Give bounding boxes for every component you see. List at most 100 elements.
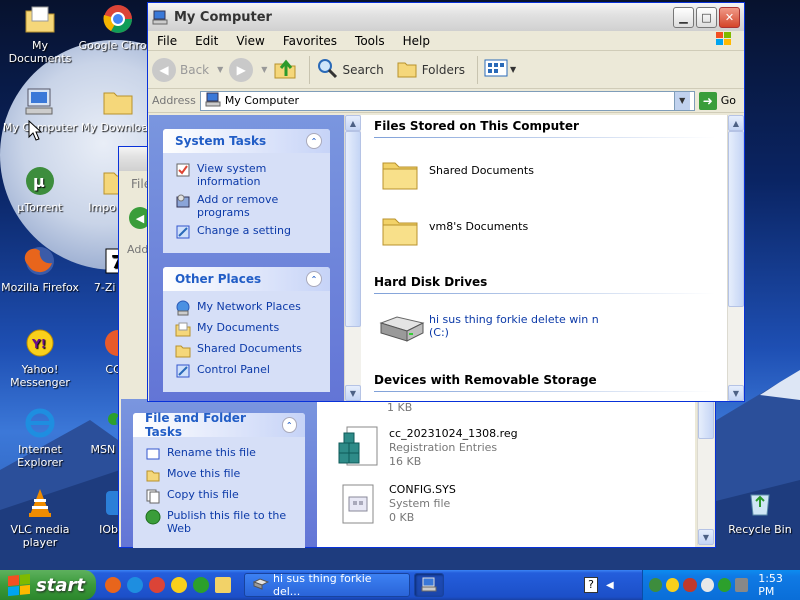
system-tasks-header[interactable]: System Tasks ⌃ [163, 129, 330, 153]
up-folder-button[interactable] [273, 56, 297, 83]
file-folder-tasks-header[interactable]: File and Folder Tasks ⌃ [133, 411, 305, 439]
search-button[interactable]: Search [316, 57, 384, 82]
task-rename-file[interactable]: Rename this file [145, 446, 297, 462]
toolbar-separator-2 [477, 55, 479, 84]
address-input[interactable]: My Computer ▼ [199, 90, 695, 111]
desktop-icon-google-chrome[interactable]: Google Chrom [78, 2, 158, 52]
place-my-documents[interactable]: My Documents [175, 321, 322, 337]
copy-icon [145, 488, 161, 504]
yahoo-messenger-icon[interactable] [171, 577, 187, 593]
back-dropdown-icon[interactable]: ▼ [217, 65, 223, 74]
group-files-stored: Files Stored on This Computer [374, 119, 714, 138]
scroll-down-icon[interactable]: ▼ [345, 385, 361, 401]
collapse-icon[interactable]: ⌃ [281, 417, 297, 433]
item-vm8-documents[interactable]: vm8's Documents [381, 211, 528, 246]
back-task-pane: File and Folder Tasks ⌃ Rename this file… [121, 399, 317, 548]
folder-icon[interactable] [215, 577, 231, 593]
place-shared-documents[interactable]: Shared Documents [175, 342, 322, 358]
views-dropdown-icon[interactable]: ▼ [510, 65, 516, 74]
folders-button[interactable]: Folders [396, 57, 465, 82]
utorrent-tray-icon[interactable] [649, 578, 663, 592]
file-item-reg[interactable]: cc_20231024_1308.reg Registration Entrie… [335, 425, 518, 471]
start-button[interactable]: start [0, 570, 96, 600]
my-computer-small-icon [421, 576, 437, 595]
group-removable-storage: Devices with Removable Storage [374, 373, 714, 392]
scroll-down-icon[interactable]: ▼ [698, 529, 714, 545]
msn-tray-icon[interactable] [717, 578, 732, 592]
menu-view[interactable]: View [227, 34, 273, 48]
item-shared-documents[interactable]: Shared Documents [381, 155, 534, 190]
collapse-icon[interactable]: ⌃ [306, 271, 322, 287]
place-control-panel[interactable]: Control Panel [175, 363, 322, 379]
taskbar-button-explorer[interactable]: hi sus thing forkie del... [244, 572, 410, 598]
content-scrollbar[interactable]: ▲ ▼ [727, 115, 744, 401]
back-button[interactable]: ◀ Back ▼ [152, 57, 223, 82]
control-panel-icon [175, 363, 191, 379]
menu-edit[interactable]: Edit [186, 34, 227, 48]
task-move-file[interactable]: Move this file [145, 467, 297, 483]
toolbar: ◀ Back ▼ ▶ ▼ Search Folders ▼ [148, 51, 744, 89]
address-dropdown-icon[interactable]: ▼ [673, 91, 690, 110]
my-computer-window[interactable]: My Computer ▁ □ ✕ File Edit View Favorit… [147, 2, 745, 402]
task-add-remove-programs[interactable]: Add or remove programs [175, 193, 322, 219]
back-vertical-scrollbar[interactable]: ▼ [697, 399, 714, 545]
desktop-icon-my-documents[interactable]: My Documents [0, 2, 80, 65]
scroll-thumb[interactable] [345, 131, 361, 327]
go-button[interactable]: ➜ Go [698, 91, 740, 110]
help-icon[interactable]: ? [584, 577, 598, 593]
up-folder-icon [273, 56, 297, 83]
menu-tools[interactable]: Tools [346, 34, 394, 48]
menu-help[interactable]: Help [394, 34, 439, 48]
other-places-header[interactable]: Other Places ⌃ [163, 267, 330, 291]
maximize-button[interactable]: □ [696, 6, 717, 28]
task-view-system-information[interactable]: View system information [175, 162, 322, 188]
taskbar-button-my-computer[interactable] [414, 573, 444, 597]
chrome-icon[interactable] [149, 577, 165, 593]
tray-expand-icon[interactable]: ◀ [606, 580, 614, 591]
item-drive-c[interactable]: hi sus thing forkie delete win n (C:) [375, 313, 599, 345]
file-item-config[interactable]: CONFIG.SYS System file 0 KB [339, 483, 456, 525]
my-documents-icon [175, 321, 191, 337]
desktop-icon-mozilla-firefox[interactable]: Mozilla Firefox [0, 244, 80, 294]
scroll-thumb[interactable] [728, 131, 744, 307]
task-change-setting[interactable]: Change a setting [175, 224, 322, 240]
task-copy-file[interactable]: Copy this file [145, 488, 297, 504]
scroll-down-icon[interactable]: ▼ [728, 385, 744, 401]
desktop-icon-yahoo-messenger[interactable]: Y! Yahoo! Messenger [0, 326, 80, 389]
desktop-icon-recycle-bin[interactable]: Recycle Bin [720, 486, 800, 536]
system-file-icon [339, 483, 381, 525]
desktop-icon-internet-explorer[interactable]: Internet Explorer [0, 406, 80, 469]
firefox-icon[interactable] [105, 577, 121, 593]
my-computer-title-icon [152, 9, 168, 25]
taskbar: start hi sus thing forkie del... ? ◀ 1:5… [0, 570, 800, 600]
window-titlebar[interactable]: My Computer ▁ □ ✕ [148, 3, 744, 31]
desktop-icon-vlc[interactable]: VLC media player [0, 486, 80, 549]
shield-icon[interactable] [666, 578, 680, 592]
place-my-network-places[interactable]: My Network Places [175, 300, 322, 316]
minimize-button[interactable]: ▁ [673, 6, 694, 28]
volume-icon[interactable] [735, 578, 749, 592]
internet-explorer-icon[interactable] [127, 577, 143, 593]
views-button[interactable]: ▼ [484, 58, 516, 81]
task-pane-scrollbar[interactable]: ▲ ▼ [344, 115, 361, 401]
scroll-up-icon[interactable]: ▲ [345, 115, 361, 131]
folder-icon [381, 155, 419, 190]
svg-text:Y!: Y! [31, 337, 46, 351]
security-icon[interactable] [683, 578, 697, 592]
move-icon [145, 467, 161, 483]
menu-file[interactable]: File [148, 34, 186, 48]
collapse-icon[interactable]: ⌃ [306, 133, 322, 149]
forward-button[interactable]: ▶ ▼ [229, 57, 267, 82]
desktop-icon-utorrent[interactable]: µ µTorrent [0, 164, 80, 214]
scroll-up-icon[interactable]: ▲ [728, 115, 744, 131]
clock: 1:53 PM [758, 572, 783, 598]
task-publish-file[interactable]: Publish this file to the Web [145, 509, 297, 535]
menu-favorites[interactable]: Favorites [274, 34, 346, 48]
close-button[interactable]: ✕ [719, 6, 740, 28]
add-remove-programs-icon [175, 193, 191, 209]
network-icon[interactable] [700, 578, 714, 592]
msn-icon[interactable] [193, 577, 209, 593]
forward-dropdown-icon[interactable]: ▼ [261, 65, 267, 74]
desktop-icon-my-downloads[interactable]: My Download [78, 84, 158, 134]
scroll-thumb[interactable] [698, 399, 714, 439]
